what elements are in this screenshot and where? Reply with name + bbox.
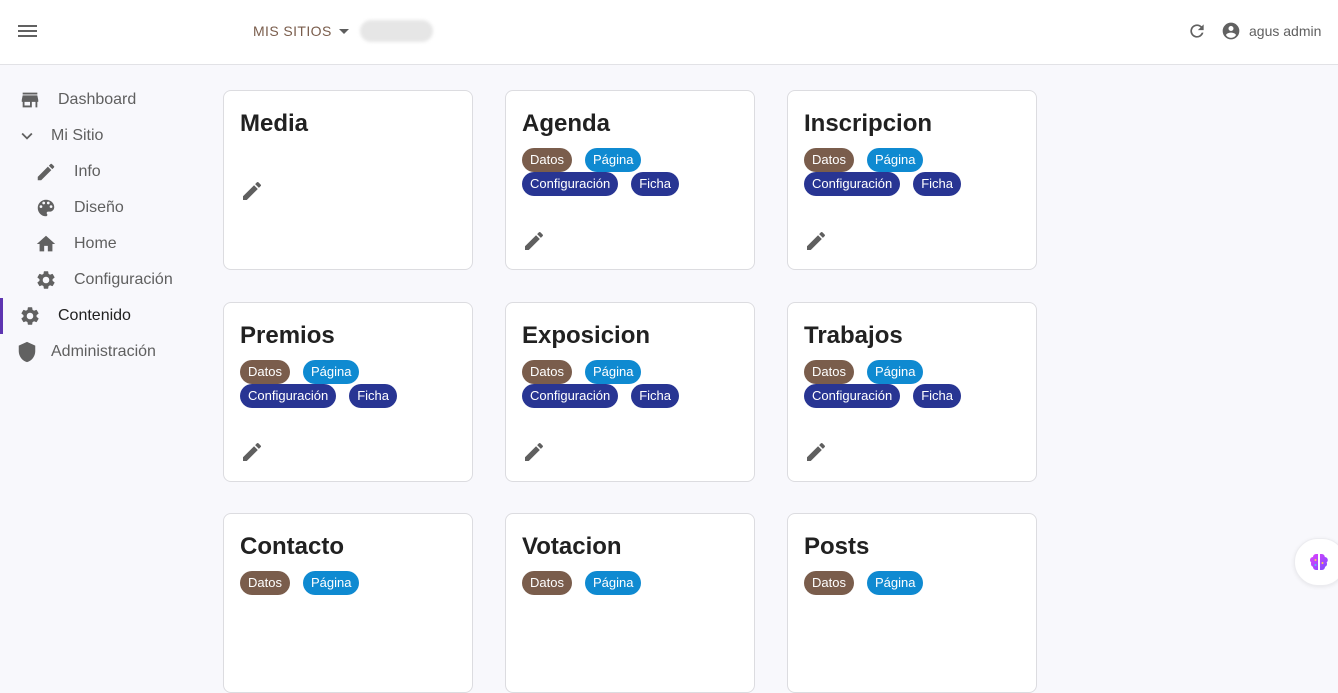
assistant-fab[interactable] [1294,538,1338,586]
tag-datos[interactable]: Datos [804,571,854,595]
card-title: Posts [804,533,870,560]
brain-icon [1310,554,1328,570]
tag-pagina[interactable]: Página [866,571,924,595]
tag-ficha[interactable]: Ficha [631,384,680,408]
tag-pagina[interactable]: Página [584,148,642,172]
sidebar-item-label: Home [74,235,117,252]
account-circle-icon [1222,22,1240,40]
card-title: Votacion [522,533,622,560]
edit-icon[interactable] [522,229,546,253]
tag-configuracion[interactable]: Configuración [240,384,337,408]
tag-configuracion[interactable]: Configuración [804,172,901,196]
card-title: Exposicion [522,322,651,349]
sidebar-item-mi-sitio[interactable]: Mi Sitio [0,118,200,154]
tag-list: Datos Página Configuración Ficha [804,148,1024,196]
tag-pagina[interactable]: Página [584,360,642,384]
tag-datos[interactable]: Datos [522,360,572,384]
tag-datos[interactable]: Datos [240,360,290,384]
edit-icon[interactable] [804,440,828,464]
tag-pagina[interactable]: Página [584,571,642,595]
tag-datos[interactable]: Datos [804,360,854,384]
card-title: Contacto [240,533,344,560]
tag-datos[interactable]: Datos [522,148,572,172]
shield-icon [18,341,36,363]
sidebar-item-info[interactable]: Info [0,154,200,190]
tag-pagina[interactable]: Página [302,360,360,384]
sidebar-item-configuracion[interactable]: Configuración [0,262,200,298]
sidebar-item-label: Info [74,163,101,180]
palette-icon [37,199,55,217]
content-card-votacion: Votacion Datos Página [505,513,755,693]
edit-icon[interactable] [522,440,546,464]
tag-configuracion[interactable]: Configuración [522,172,619,196]
tag-ficha[interactable]: Ficha [913,384,962,408]
top-app-bar: MIS SITIOS agus admin [0,0,1338,65]
sidebar-item-administracion[interactable]: Administración [0,334,200,370]
tag-datos[interactable]: Datos [240,571,290,595]
gear-icon [21,307,39,325]
card-title: Trabajos [804,322,903,349]
tag-list: Datos Página Configuración Ficha [804,360,1024,408]
sidebar-item-label: Mi Sitio [51,127,104,144]
content-card-media: Media [223,90,473,270]
sidebar: Dashboard Mi Sitio Info Diseño Home Conf… [0,65,200,593]
tag-ficha[interactable]: Ficha [349,384,398,408]
tag-datos[interactable]: Datos [804,148,854,172]
sidebar-item-home[interactable]: Home [0,226,200,262]
user-name: agus admin [1249,23,1322,39]
card-title: Premios [240,322,335,349]
pencil-icon [37,163,55,181]
content-card-inscripcion: Inscripcion Datos Página Configuración Fic… [787,90,1037,270]
my-sites-label: MIS SITIOS [253,23,332,39]
tag-list: Datos Página [804,571,1024,595]
edit-icon[interactable] [240,179,264,203]
content-card-premios: Premios Datos Página Configuración Ficha [223,302,473,482]
refresh-icon[interactable] [1187,21,1207,41]
tag-list: Datos Página Configuración Ficha [522,148,742,196]
caret-down-icon [338,28,349,34]
card-title: Inscripcion [804,110,933,137]
tag-list: Datos Página [522,571,742,595]
tag-list: Datos Página Configuración Ficha [240,360,460,408]
tag-pagina[interactable]: Página [866,148,924,172]
sidebar-item-diseno[interactable]: Diseño [0,190,200,226]
content-card-trabajos: Trabajos Datos Página Configuración Ficha [787,302,1037,482]
tag-ficha[interactable]: Ficha [913,172,962,196]
store-icon [21,92,39,108]
content-card-posts: Posts Datos Página [787,513,1037,693]
content-card-agenda: Agenda Datos Página Configuración Ficha [505,90,755,270]
card-title: Agenda [522,110,611,137]
sidebar-item-label: Contenido [58,307,131,324]
gear-icon [37,271,55,289]
sidebar-item-label: Administración [51,343,156,360]
sidebar-item-label: Diseño [74,199,124,216]
sidebar-item-label: Dashboard [58,91,137,108]
home-icon [36,235,56,252]
edit-icon[interactable] [240,440,264,464]
sidebar-item-contenido[interactable]: Contenido [0,298,200,334]
tag-datos[interactable]: Datos [522,571,572,595]
tag-ficha[interactable]: Ficha [631,172,680,196]
my-sites-dropdown[interactable]: MIS SITIOS [253,21,349,41]
content-card-exposicion: Exposicion Datos Página Configuración Fich… [505,302,755,482]
active-indicator [0,298,3,334]
hamburger-menu-icon[interactable] [18,22,38,40]
tag-list: Datos Página Configuración Ficha [522,360,742,408]
sidebar-item-label: Configuración [74,271,173,288]
site-selector-chip[interactable] [360,20,433,42]
tag-list: Datos Página [240,571,460,595]
tag-pagina[interactable]: Página [866,360,924,384]
edit-icon[interactable] [804,229,828,253]
user-menu[interactable]: agus admin [1221,20,1321,42]
chevron-down-icon [21,132,33,140]
sidebar-item-dashboard[interactable]: Dashboard [0,82,200,118]
tag-configuracion[interactable]: Configuración [804,384,901,408]
tag-configuracion[interactable]: Configuración [522,384,619,408]
tag-pagina[interactable]: Página [302,571,360,595]
card-title: Media [240,110,309,137]
content-card-contacto: Contacto Datos Página [223,513,473,693]
